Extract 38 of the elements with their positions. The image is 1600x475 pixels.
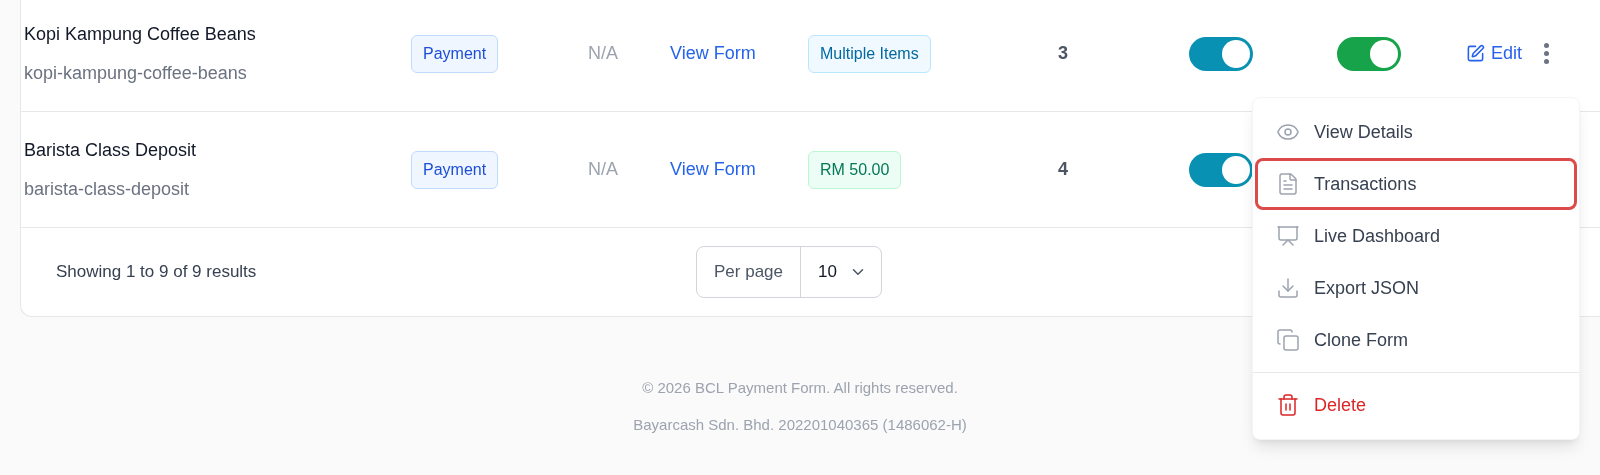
toggle-switch[interactable] bbox=[1189, 152, 1253, 187]
menu-item[interactable]: View Details bbox=[1255, 106, 1577, 158]
form-name: Kopi Kampung Coffee Beans bbox=[24, 22, 257, 46]
menu-item[interactable]: Live Dashboard bbox=[1255, 210, 1577, 262]
copy-icon bbox=[1276, 328, 1300, 352]
footer-text: © 2026 BCL Payment Form. All rights reserved. bbox=[642, 378, 958, 398]
form-slug: barista-class-deposit bbox=[24, 177, 191, 201]
per-page-label: Per page bbox=[697, 247, 801, 297]
download-icon bbox=[1276, 276, 1300, 300]
form-slug: kopi-kampung-coffee-beans bbox=[24, 61, 248, 85]
view-form-link[interactable]: View Form bbox=[670, 43, 756, 63]
per-page-value: 10 bbox=[817, 261, 838, 284]
count-text: 4 bbox=[1058, 159, 1068, 179]
not-available-text: N/A bbox=[588, 43, 618, 63]
type-badge: Payment bbox=[411, 34, 499, 73]
type-badge: Payment bbox=[411, 150, 499, 189]
toggle-switch[interactable] bbox=[1337, 36, 1401, 71]
menu-item[interactable]: Export JSON bbox=[1255, 262, 1577, 314]
more-options-button[interactable] bbox=[1544, 43, 1550, 64]
amount-badge: RM 50.00 bbox=[808, 150, 902, 189]
document-icon bbox=[1276, 172, 1300, 196]
footer-text: Bayarcash Sdn. Bhd. 202201040365 (1486062-H) bbox=[633, 414, 967, 435]
edit-button[interactable]: Edit bbox=[1466, 40, 1523, 67]
menu-item[interactable]: Transactions bbox=[1255, 158, 1577, 210]
trash-icon bbox=[1276, 393, 1300, 417]
menu-item[interactable]: Delete bbox=[1255, 379, 1577, 431]
edit-icon bbox=[1466, 44, 1485, 63]
more-icon bbox=[1544, 43, 1550, 64]
amount-badge: Multiple Items bbox=[808, 34, 931, 73]
view-form-link[interactable]: View Form bbox=[670, 159, 756, 179]
results-summary: Showing 1 to 9 of 9 results bbox=[56, 261, 258, 284]
not-available-text: N/A bbox=[588, 159, 618, 179]
per-page-selector[interactable]: Per page 10 bbox=[696, 246, 882, 298]
count-text: 3 bbox=[1058, 43, 1068, 63]
chart-board-icon bbox=[1276, 224, 1300, 248]
toggle-switch[interactable] bbox=[1189, 36, 1253, 71]
form-name: Barista Class Deposit bbox=[24, 138, 198, 162]
menu-item[interactable]: Clone Form bbox=[1255, 314, 1577, 366]
